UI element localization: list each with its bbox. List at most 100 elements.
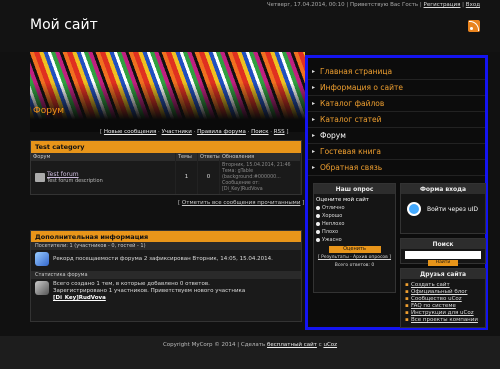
radio-icon[interactable] (316, 214, 320, 218)
col-updates: Обновления (220, 153, 301, 161)
footer: Copyright MyCorp © 2014 | Сделать беспла… (0, 336, 500, 369)
poll-option[interactable]: Ужасно (314, 236, 395, 244)
ucoz-link[interactable]: uCoz (323, 342, 337, 348)
record-row: Рекорд посещаемости форума 2 зафиксирова… (31, 250, 301, 268)
visitors-line: Посетители: 1 (участников - 0, гостей - … (31, 242, 301, 250)
search-title: Поиск (401, 239, 485, 249)
topics-count: 1 (176, 161, 198, 194)
login-title: Форма входа (401, 184, 485, 194)
last-update: Вторник, 15.04.2014, 21:46 Тема: gTable … (220, 161, 301, 194)
poll-option[interactable]: Отлично (314, 204, 395, 212)
login-box: Форма входа Войти через uID (400, 183, 486, 234)
new-messages-link[interactable]: Новые сообщения (104, 129, 156, 135)
poll-results-links[interactable]: [ Результаты · Архив опросов ] (314, 255, 395, 260)
folder-icon (35, 173, 45, 182)
col-forum: Форум (31, 153, 176, 161)
forum-links: [ Новые сообщения · Участники · Правила … (100, 129, 289, 135)
page-title: Форум (33, 106, 65, 116)
poll-box: Наш опрос Оцените мой сайт Отлично Хорош… (313, 183, 396, 293)
nav-articles[interactable]: Каталог статей (308, 112, 485, 128)
stats-head: Статистика форума (31, 271, 301, 279)
login-link[interactable]: Вход (466, 2, 480, 8)
poll-option-label: Отлично (322, 205, 345, 211)
rss-link[interactable]: RSS (274, 129, 285, 135)
vote-button[interactable]: Оценить (328, 246, 381, 253)
copyright: Copyright MyCorp © 2014 (162, 342, 236, 348)
banner-shade (30, 82, 305, 132)
col-replies: Ответы (200, 153, 220, 161)
poll-option-label: Неплохо (322, 221, 345, 227)
site-menu: Главная страница Информация о сайте Ката… (308, 64, 485, 176)
search-box: Поиск Найти (400, 238, 486, 266)
radio-icon[interactable] (316, 222, 320, 226)
extra-info: Дополнительная информация Посетители: 1 … (30, 230, 302, 322)
mark-read: [ Отметить все сообщения прочитанными ] (178, 200, 305, 206)
last-update-author[interactable]: Сообщение от: [Di_Key]RudVova (222, 181, 298, 193)
date-time: Четверг, 17.04.2014, 00:10 (266, 2, 345, 8)
nav-feedback[interactable]: Обратная связь (308, 160, 485, 176)
forum-description: Test forum description (47, 178, 103, 184)
poll-option[interactable]: Хорошо (314, 212, 395, 220)
forum-row: Test forum Test forum description 1 0 Вт… (31, 161, 301, 194)
poll-option[interactable]: Плохо (314, 228, 395, 236)
radio-icon[interactable] (316, 238, 320, 242)
members-link[interactable]: Участники (162, 129, 192, 135)
top-bar: Мой сайт Четверг, 17.04.2014, 00:10 | Пр… (0, 0, 500, 52)
col-topics: Темы (176, 153, 198, 161)
info-title: Дополнительная информация (31, 231, 301, 242)
poll-total: Всего ответов: 0 (334, 263, 375, 268)
radio-icon[interactable] (316, 230, 320, 234)
friend-link[interactable]: FAQ по системе (401, 303, 485, 310)
nav-files[interactable]: Каталог файлов (308, 96, 485, 112)
search-input[interactable] (405, 251, 481, 259)
nav-forum[interactable]: Форум (308, 128, 485, 144)
users-icon (35, 252, 49, 266)
nav-guestbook[interactable]: Гостевая книга (308, 144, 485, 160)
header-banner (30, 52, 305, 132)
greeting: Приветствую Вас Гость (349, 2, 419, 8)
poll-option-label: Хорошо (322, 213, 343, 219)
forum-name-link[interactable]: Test forum (47, 171, 103, 178)
nav-home[interactable]: Главная страница (308, 64, 485, 80)
new-member-link[interactable]: [Di_Key]RudVova (53, 295, 245, 302)
category-title[interactable]: Test category (31, 141, 301, 153)
stats-icon (35, 281, 49, 295)
poll-title: Наш опрос (314, 184, 395, 194)
stats-line-1: Всего создано 1 тем, в которые добавлено… (53, 281, 210, 287)
mark-all-read-link[interactable]: Отметить все сообщения прочитанными (182, 200, 300, 206)
rss-icon[interactable] (468, 20, 480, 32)
column-headers: Форум Темы Ответы Обновления (31, 153, 301, 161)
nav-about[interactable]: Информация о сайте (308, 80, 485, 96)
register-link[interactable]: Регистрация (424, 2, 461, 8)
poll-option[interactable]: Неплохо (314, 220, 395, 228)
forum-category: Test category Форум Темы Ответы Обновлен… (30, 140, 302, 195)
search-link[interactable]: Поиск (251, 129, 268, 135)
poll-option-label: Плохо (322, 229, 339, 235)
top-links: Четверг, 17.04.2014, 00:10 | Приветствую… (266, 2, 480, 8)
friends-box: Друзья сайта Создать сайт Официальный бл… (400, 268, 486, 328)
friend-link[interactable]: Инструкции для uCoz (401, 310, 485, 317)
uid-login-text[interactable]: Войти через uID (427, 206, 478, 213)
search-button[interactable]: Найти (428, 260, 458, 266)
stats-row: Всего создано 1 тем, в которые добавлено… (31, 279, 301, 304)
friends-title: Друзья сайта (401, 269, 485, 279)
stats-line-2: Зарегистрировано 1 участников. Приветств… (53, 288, 246, 294)
friend-link[interactable]: Все проекты компании (401, 317, 485, 324)
radio-icon[interactable] (316, 206, 320, 210)
forum-cell: Test forum Test forum description (31, 161, 176, 194)
last-update-topic[interactable]: Тема: gTable (background:#000000... (222, 169, 298, 181)
friend-link[interactable]: Официальный блог (401, 289, 485, 296)
record-text: Рекорд посещаемости форума 2 зафиксирова… (53, 256, 273, 262)
free-site-link[interactable]: бесплатный сайт (267, 342, 317, 348)
friend-link[interactable]: Создать сайт (401, 282, 485, 289)
site-title[interactable]: Мой сайт (30, 17, 98, 33)
uid-icon[interactable] (407, 202, 421, 216)
sidebar: Главная страница Информация о сайте Ката… (305, 55, 488, 330)
footer-with: с (318, 342, 322, 348)
forum-rules-link[interactable]: Правила форума (197, 129, 246, 135)
poll-question: Оцените мой сайт (316, 197, 369, 203)
poll-option-label: Ужасно (322, 237, 342, 243)
uid-login[interactable]: Войти через uID (401, 194, 485, 224)
friend-link[interactable]: Сообщество uCoz (401, 296, 485, 303)
footer-sep: | Сделать (237, 342, 266, 348)
